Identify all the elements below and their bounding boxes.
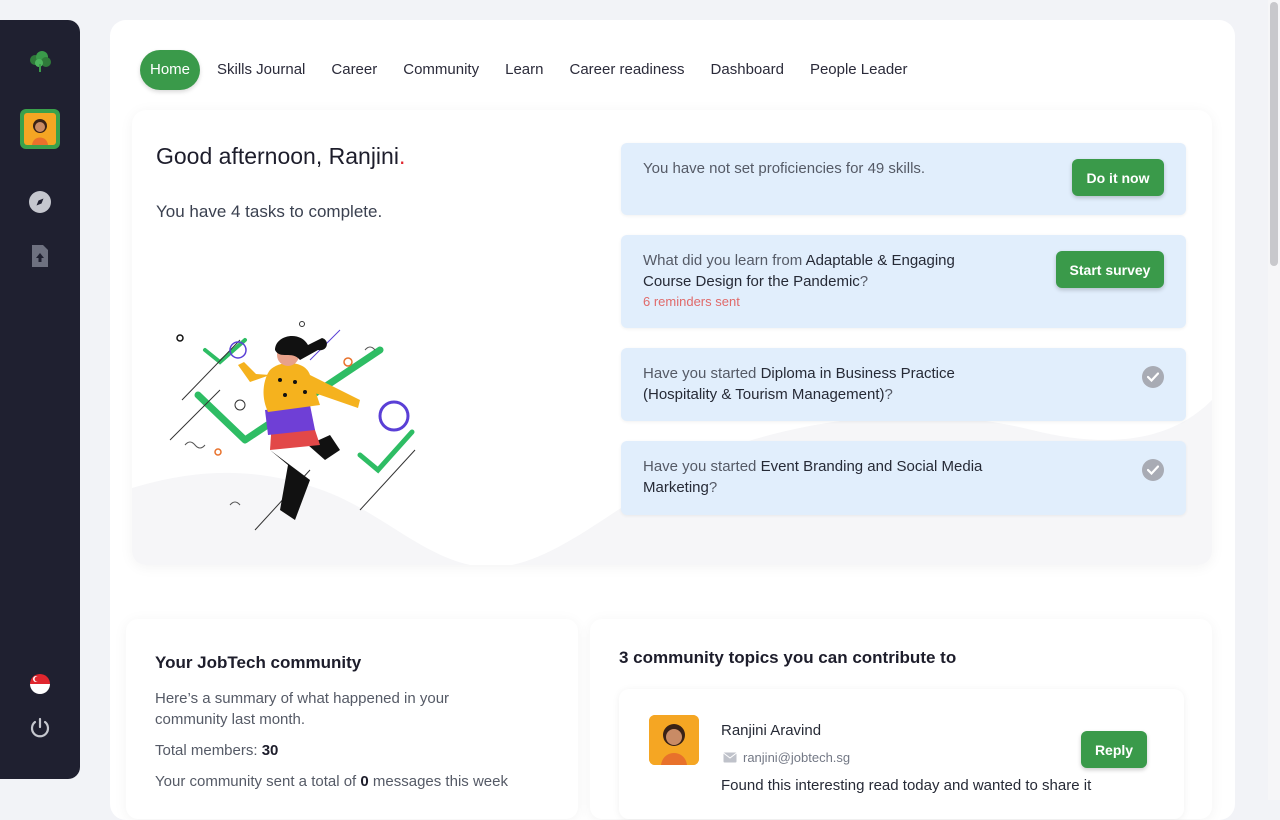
community-title: Your JobTech community: [155, 653, 362, 672]
compass-icon[interactable]: [0, 190, 80, 214]
task-card: Have you started Event Branding and Soci…: [621, 441, 1186, 515]
celebration-illustration: [169, 321, 416, 531]
task-card: Have you started Diploma in Business Pra…: [621, 348, 1186, 421]
singapore-flag-icon[interactable]: [0, 673, 80, 695]
nav-career[interactable]: Career: [318, 50, 390, 90]
topics-title: 3 community topics you can contribute to: [619, 648, 957, 667]
topics-card: 3 community topics you can contribute to…: [590, 619, 1212, 819]
avatar: [649, 715, 699, 765]
nav-community[interactable]: Community: [390, 50, 492, 90]
task-text: Have you started Diploma in Business Pra…: [643, 365, 955, 403]
nav-dashboard[interactable]: Dashboard: [698, 50, 797, 90]
task-text: You have not set proficiencies for 49 sk…: [643, 160, 926, 177]
topic-author: Ranjini Aravind: [721, 722, 822, 739]
check-icon: [1142, 366, 1164, 388]
nav-learn[interactable]: Learn: [492, 50, 556, 90]
scrollbar-thumb[interactable]: [1270, 2, 1278, 266]
power-icon[interactable]: [0, 717, 80, 739]
community-summary: Here’s a summary of what happened in you…: [155, 690, 450, 728]
task-text: What did you learn from Adaptable & Enga…: [643, 252, 955, 290]
do-it-now-button[interactable]: Do it now: [1072, 159, 1164, 196]
reminders-sent: 6 reminders sent: [643, 294, 740, 309]
reply-button[interactable]: Reply: [1081, 731, 1147, 768]
upload-icon[interactable]: [0, 244, 80, 268]
sidebar: [0, 20, 80, 779]
community-card: Your JobTech community Here’s a summary …: [126, 619, 578, 819]
task-card: You have not set proficiencies for 49 sk…: [621, 143, 1186, 215]
topic-email: ranjini@jobtech.sg: [743, 750, 851, 765]
nav-people-leader[interactable]: People Leader: [797, 50, 921, 90]
mail-icon: [723, 752, 737, 763]
tree-logo-icon[interactable]: [0, 50, 80, 74]
members-count: Total members: 30: [155, 742, 279, 759]
task-card: What did you learn from Adaptable & Enga…: [621, 235, 1186, 328]
nav-skills-journal[interactable]: Skills Journal: [204, 50, 318, 90]
check-icon: [1142, 459, 1164, 481]
nav-home[interactable]: Home: [140, 50, 201, 90]
task-text: Have you started Event Branding and Soci…: [643, 458, 983, 496]
tasks-summary: You have 4 tasks to complete.: [156, 202, 383, 221]
topic-text: Found this interesting read today and wa…: [721, 777, 1092, 794]
start-survey-button[interactable]: Start survey: [1056, 251, 1164, 288]
greeting: Good afternoon, Ranjini.: [156, 143, 406, 169]
nav-career-readiness[interactable]: Career readiness: [556, 50, 697, 90]
welcome-panel: Good afternoon, Ranjini. You have 4 task…: [132, 110, 1212, 565]
scrollbar[interactable]: [1268, 0, 1280, 800]
avatar[interactable]: [0, 109, 80, 149]
top-nav: Home Skills Journal Career Community Lea…: [140, 50, 921, 90]
messages-count: Your community sent a total of 0 message…: [155, 773, 508, 790]
